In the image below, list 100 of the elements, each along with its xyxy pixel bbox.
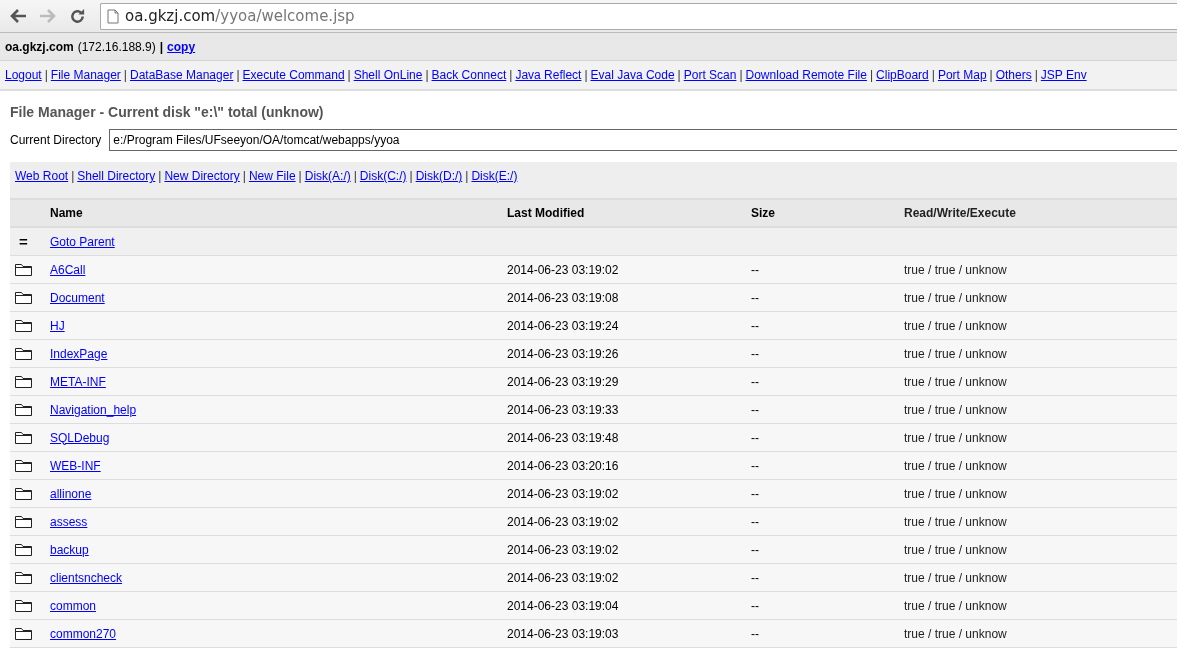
link-separator: | — [931, 68, 935, 82]
permission-cell: true / true / unknow — [904, 430, 1007, 445]
size-cell: -- — [751, 374, 759, 389]
size-cell: -- — [751, 290, 759, 305]
date-cell: 2014-06-23 03:19:48 — [507, 430, 619, 445]
menu-link[interactable]: DataBase Manager — [130, 68, 234, 82]
date-cell: 2014-06-23 03:19:02 — [507, 486, 619, 501]
parent-link[interactable]: Goto Parent — [50, 234, 115, 249]
shortcut-link[interactable]: Disk(E:/) — [471, 169, 518, 183]
folder-icon — [15, 599, 32, 612]
size-cell: -- — [751, 486, 759, 501]
folder-icon — [15, 571, 32, 584]
link-separator: | — [71, 169, 75, 183]
menu-link[interactable]: Eval Java Code — [590, 68, 675, 82]
size-cell: -- — [751, 542, 759, 557]
folder-link[interactable]: HJ — [50, 318, 65, 333]
size-cell: -- — [751, 458, 759, 473]
link-separator: | — [677, 68, 681, 82]
shortcut-link[interactable]: New Directory — [164, 169, 240, 183]
link-separator: | — [509, 68, 513, 82]
shortcut-link[interactable]: Web Root — [15, 169, 69, 183]
column-header: Read/Write/Execute — [904, 206, 1017, 220]
size-cell: -- — [751, 626, 759, 641]
menu-link[interactable]: Logout — [5, 68, 42, 82]
shortcut-link[interactable]: Disk(A:/) — [304, 169, 351, 183]
folder-link[interactable]: SQLDebug — [50, 430, 110, 445]
directory-label: Current Directory — [10, 133, 102, 147]
folder-link[interactable]: WEB-INF — [50, 458, 101, 473]
date-cell: 2014-06-23 03:19:33 — [507, 402, 619, 417]
menu-link[interactable]: Execute Command — [242, 68, 345, 82]
menu-link[interactable]: Java Reflect — [515, 68, 582, 82]
link-separator: | — [869, 68, 874, 82]
back-icon[interactable] — [9, 8, 27, 24]
shortcut-link[interactable]: Shell Directory — [77, 169, 156, 183]
menu-link[interactable]: File Manager — [50, 68, 121, 82]
menu-link[interactable]: Shell OnLine — [353, 68, 423, 82]
menu-link[interactable]: ClipBoard — [876, 68, 929, 82]
link-separator: | — [353, 169, 357, 183]
link-separator: | — [989, 68, 993, 82]
link-separator: | — [298, 169, 302, 183]
url-text: oa.gkzj.com/yyoa/welcome.jsp — [125, 7, 355, 25]
column-header: Name — [50, 206, 84, 220]
folder-link[interactable]: Navigation_help — [50, 402, 137, 417]
folder-link[interactable]: assess — [50, 514, 88, 529]
folder-icon — [15, 263, 32, 276]
permission-cell: true / true / unknow — [904, 626, 1007, 641]
folder-link[interactable]: allinone — [50, 486, 92, 501]
folder-link[interactable]: common270 — [50, 626, 117, 641]
folder-link[interactable]: common — [50, 598, 96, 613]
link-separator: | — [739, 68, 743, 82]
address-bar[interactable]: oa.gkzj.com/yyoa/welcome.jsp — [100, 2, 1177, 30]
permission-cell: true / true / unknow — [904, 458, 1007, 473]
link-separator: | — [158, 169, 162, 183]
folder-link[interactable]: Document — [50, 290, 105, 305]
date-cell: 2014-06-23 03:19:24 — [507, 318, 619, 333]
folder-link[interactable]: backup — [50, 542, 89, 557]
date-cell: 2014-06-23 03:19:04 — [507, 598, 619, 613]
folder-icon — [15, 543, 32, 556]
folder-icon — [15, 459, 32, 472]
directory-field[interactable]: e:/Program Files/UFseeyon/OA/tomcat/webapps/yyoa — [109, 129, 1177, 151]
link-separator: | — [409, 169, 413, 183]
link-separator: | — [159, 39, 164, 54]
size-cell: -- — [751, 514, 759, 529]
column-header: Last Modified — [507, 206, 586, 220]
menu-link[interactable]: Port Scan — [683, 68, 737, 82]
folder-icon — [15, 291, 32, 304]
folder-link[interactable]: A6Call — [50, 262, 86, 277]
size-cell: -- — [751, 402, 759, 417]
folder-link[interactable]: clientsncheck — [50, 570, 123, 585]
reload-icon[interactable] — [69, 7, 86, 25]
link-separator: | — [1034, 68, 1038, 82]
shortcut-link[interactable]: New File — [248, 169, 296, 183]
folder-icon — [15, 375, 32, 388]
column-header: Size — [751, 206, 776, 220]
date-cell: 2014-06-23 03:19:29 — [507, 374, 619, 389]
copy-link[interactable]: copy — [167, 39, 196, 54]
folder-link[interactable]: META-INF — [50, 374, 106, 389]
permission-cell: true / true / unknow — [904, 486, 1007, 501]
size-cell: -- — [751, 262, 759, 277]
link-separator: | — [347, 68, 351, 82]
link-separator: | — [123, 68, 127, 82]
menu-link[interactable]: Back Connect — [431, 68, 507, 82]
permission-cell: true / true / unknow — [904, 374, 1007, 389]
link-separator: | — [44, 68, 48, 82]
link-separator: | — [465, 169, 469, 183]
folder-icon — [15, 347, 32, 360]
menu-link[interactable]: JSP Env — [1040, 68, 1087, 82]
shortcut-link[interactable]: Disk(C:/) — [359, 169, 407, 183]
permission-cell: true / true / unknow — [904, 318, 1007, 333]
menu-link[interactable]: Port Map — [937, 68, 987, 82]
size-cell: -- — [751, 598, 759, 613]
menu-link[interactable]: Others — [995, 68, 1032, 82]
page-icon — [107, 8, 119, 24]
menu-link[interactable]: Download Remote File — [745, 68, 867, 82]
folder-link[interactable]: IndexPage — [50, 346, 108, 361]
permission-cell: true / true / unknow — [904, 346, 1007, 361]
shortcut-link[interactable]: Disk(D:/) — [415, 169, 463, 183]
folder-icon — [15, 487, 32, 500]
folder-icon — [15, 319, 32, 332]
date-cell: 2014-06-23 03:19:02 — [507, 262, 619, 277]
